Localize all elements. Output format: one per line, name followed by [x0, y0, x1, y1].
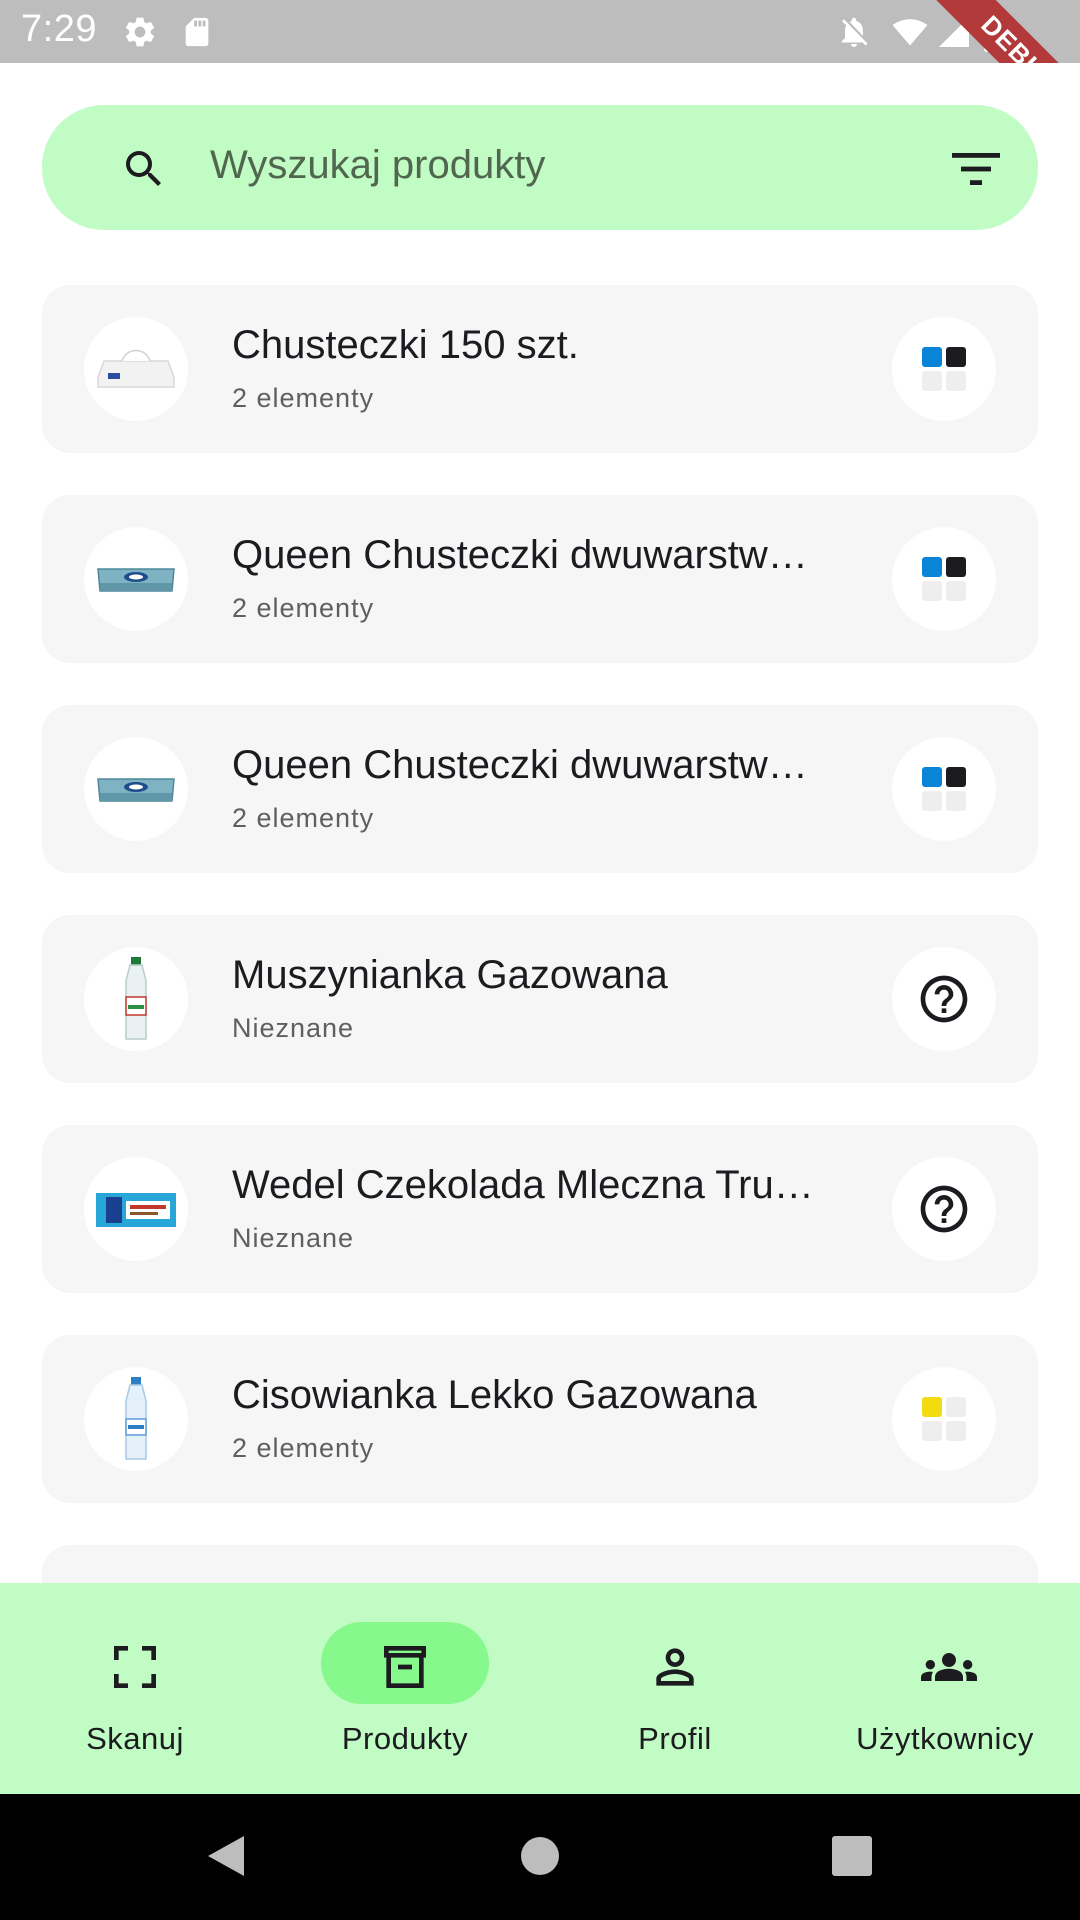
- bottom-navigation: Skanuj Produkty Profil Użytkownicy: [0, 1583, 1080, 1794]
- color-tiles-icon: [892, 1367, 996, 1471]
- nav-item-scan[interactable]: Skanuj: [0, 1583, 270, 1794]
- product-title: Muszynianka Gazowana: [232, 953, 668, 997]
- nav-item-users[interactable]: Użytkownicy: [810, 1583, 1080, 1794]
- nav-label: Profil: [638, 1721, 712, 1756]
- product-subtitle: 2 elementy: [232, 803, 375, 833]
- help-circle-icon: [892, 947, 996, 1051]
- status-bar: 7:29 DEBUG: [0, 0, 1080, 63]
- product-thumbnail: [84, 1367, 188, 1471]
- sd-card-icon: [185, 17, 209, 47]
- system-navigation-bar: [0, 1794, 1080, 1920]
- product-thumbnail: [84, 317, 188, 421]
- gear-icon: [125, 17, 155, 47]
- nav-label: Użytkownicy: [856, 1721, 1034, 1756]
- search-input[interactable]: Wyszukaj produkty: [210, 143, 545, 188]
- person-icon: [656, 1648, 694, 1686]
- product-title: Chusteczki 150 szt.: [232, 323, 579, 367]
- back-icon[interactable]: [204, 1832, 248, 1880]
- home-icon[interactable]: [520, 1836, 560, 1876]
- product-title: Wedel Czekolada Mleczna Tru…: [232, 1163, 814, 1207]
- archive-icon: [384, 1646, 426, 1688]
- product-subtitle: Nieznane: [232, 1223, 355, 1253]
- product-thumbnail: [84, 947, 188, 1051]
- product-card[interactable]: Muszynianka Gazowana Nieznane: [42, 915, 1038, 1083]
- product-card[interactable]: Queen Chusteczki dwuwarstw… 2 elementy: [42, 705, 1038, 873]
- product-list[interactable]: Chusteczki 150 szt. 2 elementy Queen Chu…: [0, 285, 1080, 1583]
- product-subtitle: 2 elementy: [232, 383, 375, 413]
- search-icon: [126, 151, 161, 186]
- nav-item-products[interactable]: Produkty: [270, 1583, 540, 1794]
- nav-label: Produkty: [341, 1721, 469, 1756]
- scan-icon: [114, 1646, 156, 1688]
- color-tiles-icon: [892, 527, 996, 631]
- notifications-off-icon: [842, 17, 868, 47]
- product-thumbnail: [84, 1157, 188, 1261]
- product-subtitle: 2 elementy: [232, 593, 375, 623]
- nav-item-profile[interactable]: Profil: [540, 1583, 810, 1794]
- color-tiles-icon: [892, 317, 996, 421]
- product-subtitle: Nieznane: [232, 1013, 355, 1043]
- recents-icon[interactable]: [832, 1836, 872, 1876]
- status-time: 7:29: [21, 8, 97, 50]
- product-title: Queen Chusteczki dwuwarstw…: [232, 743, 808, 787]
- product-card[interactable]: Wedel Czekolada Mleczna Tru… Nieznane: [42, 1125, 1038, 1293]
- product-thumbnail: [84, 527, 188, 631]
- product-subtitle: 2 elementy: [232, 1433, 375, 1463]
- group-icon: [921, 1653, 977, 1681]
- product-thumbnail: [84, 737, 188, 841]
- search-bar[interactable]: Wyszukaj produkty: [42, 105, 1038, 230]
- help-circle-icon: [892, 1157, 996, 1261]
- nav-label: Skanuj: [86, 1721, 184, 1756]
- wifi-icon: [892, 19, 928, 46]
- product-card[interactable]: Cisowianka Lekko Gazowana 2 elementy: [42, 1335, 1038, 1503]
- product-card-partial[interactable]: [42, 1545, 1038, 1583]
- color-tiles-icon: [892, 737, 996, 841]
- product-card[interactable]: Chusteczki 150 szt. 2 elementy: [42, 285, 1038, 453]
- product-card[interactable]: Queen Chusteczki dwuwarstw… 2 elementy: [42, 495, 1038, 663]
- product-title: Queen Chusteczki dwuwarstw…: [232, 533, 808, 577]
- product-title: Cisowianka Lekko Gazowana: [232, 1373, 757, 1417]
- filter-icon[interactable]: [952, 151, 1000, 187]
